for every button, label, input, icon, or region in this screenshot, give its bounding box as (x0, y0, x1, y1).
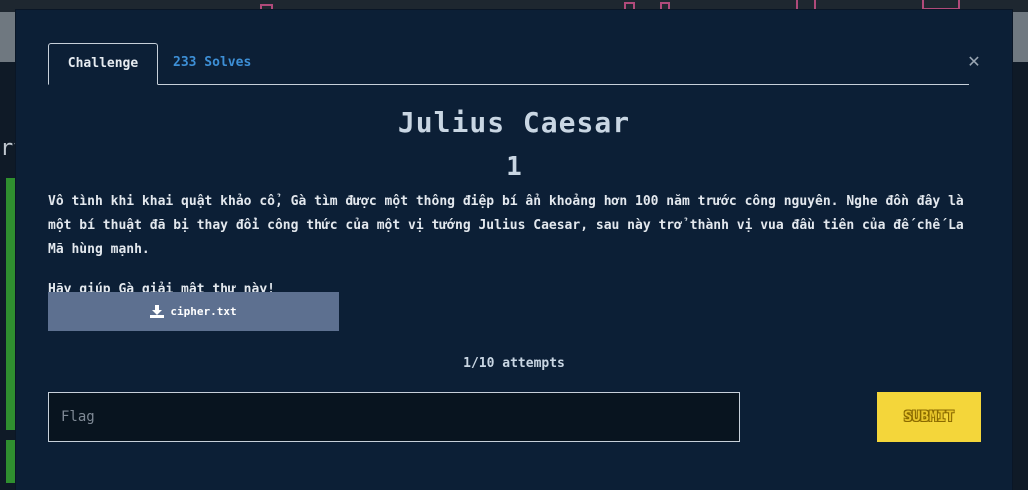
tab-solves[interactable]: 233 Solves (158, 43, 266, 83)
modal-tabs: Challenge 233 Solves (48, 43, 969, 85)
challenge-points: 1 (506, 152, 522, 182)
challenge-modal: ✕ Challenge 233 Solves Julius Caesar 1 V… (16, 10, 1012, 490)
submit-button[interactable]: SUBMIT (877, 392, 981, 442)
description-paragraph: Vô tình khi khai quật khảo cổ, Gà tìm đư… (48, 194, 964, 257)
attempts-counter: 1/10 attempts (463, 356, 565, 371)
background-decoration (922, 0, 960, 10)
background-challenge-card (6, 440, 15, 483)
file-name: cipher.txt (170, 305, 237, 318)
download-icon (150, 305, 165, 318)
challenge-title: Julius Caesar (397, 106, 631, 139)
flag-input[interactable] (48, 392, 740, 442)
download-file-button[interactable]: cipher.txt (48, 292, 339, 331)
close-icon: ✕ (967, 52, 981, 71)
background-challenge-card (6, 178, 15, 430)
tab-challenge[interactable]: Challenge (48, 43, 158, 85)
